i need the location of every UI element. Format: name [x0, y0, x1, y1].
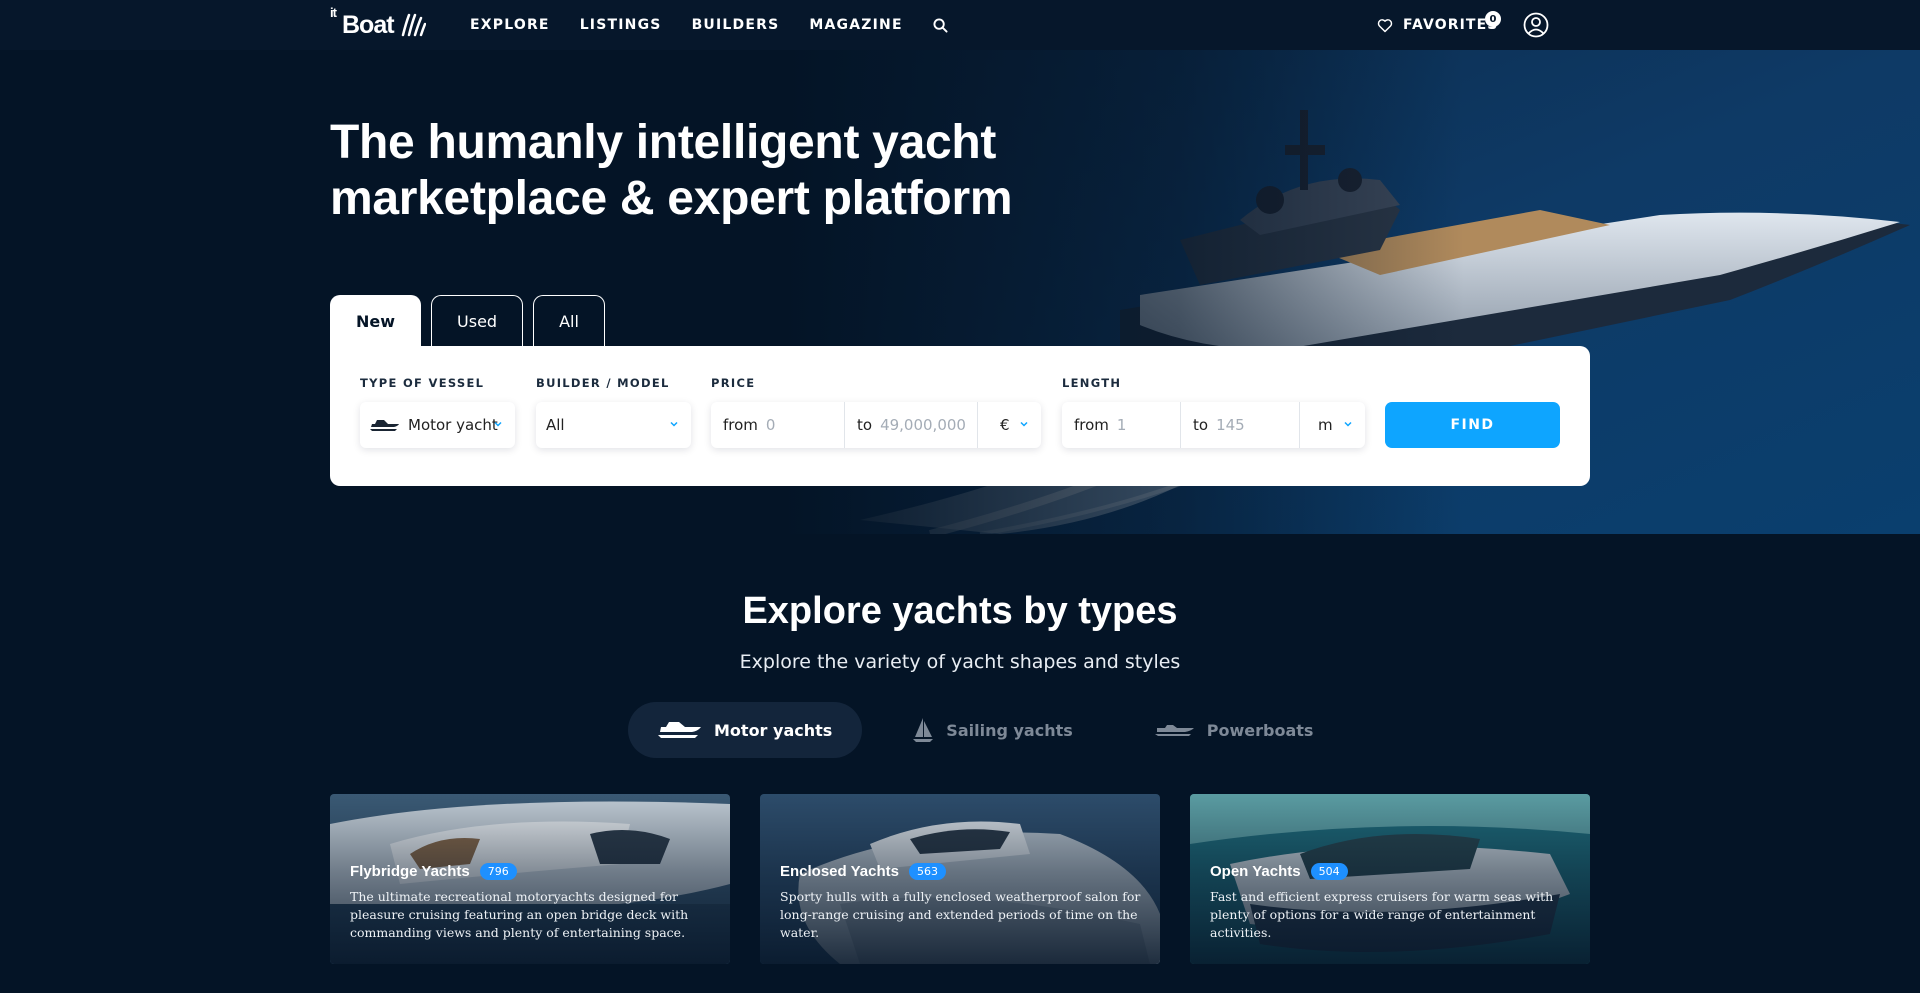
- length-unit-select[interactable]: m: [1300, 402, 1365, 448]
- tab-sailing-yachts[interactable]: Sailing yachts: [880, 702, 1104, 758]
- search-panel: TYPE OF VESSEL Motor yacht BUILDER / MOD…: [330, 346, 1590, 486]
- nav-explore[interactable]: EXPLORE: [470, 17, 550, 33]
- builder-model-label: BUILDER / MODEL: [536, 376, 670, 390]
- card-title: Open Yachts: [1210, 863, 1301, 880]
- length-from-input[interactable]: from 1: [1062, 402, 1181, 448]
- price-label: PRICE: [711, 376, 756, 390]
- logo-wordmark: it Boat: [330, 4, 395, 39]
- favorites-link[interactable]: FAVORITES 0: [1377, 0, 1501, 50]
- motor-yacht-icon: [658, 722, 701, 738]
- hero-title: The humanly intelligent yacht marketplac…: [330, 116, 1013, 225]
- chevron-down-icon: [494, 421, 502, 427]
- tab-used[interactable]: Used: [431, 295, 524, 347]
- chevron-down-icon: [670, 421, 678, 427]
- tab-new[interactable]: New: [330, 295, 422, 347]
- sailing-yacht-icon: [913, 718, 934, 742]
- card-description: Fast and efficient express cruisers for …: [1210, 889, 1554, 940]
- explore-subtitle: Explore the variety of yacht shapes and …: [739, 651, 1181, 673]
- favorites-count-badge: 0: [1485, 11, 1501, 27]
- currency-select[interactable]: €: [978, 402, 1041, 448]
- card-open-yachts[interactable]: Open Yachts 504 Fast and efficient expre…: [1190, 794, 1590, 964]
- powerboat-icon: [1154, 725, 1194, 736]
- nav-listings[interactable]: LISTINGS: [580, 17, 662, 33]
- length-to-input[interactable]: to 145: [1181, 402, 1300, 448]
- vessel-type-select[interactable]: Motor yacht: [360, 402, 515, 448]
- main-nav: EXPLORE LISTINGS BUILDERS MAGAZINE: [470, 0, 948, 50]
- card-title: Flybridge Yachts: [350, 863, 470, 880]
- search-icon[interactable]: [933, 17, 948, 33]
- length-label: LENGTH: [1062, 376, 1122, 390]
- nav-magazine[interactable]: MAGAZINE: [809, 17, 902, 33]
- tab-all[interactable]: All: [533, 295, 605, 347]
- card-description: The ultimate recreational motoryachts de…: [350, 889, 689, 940]
- builder-model-select[interactable]: All: [536, 402, 691, 448]
- price-from-input[interactable]: from 0: [711, 402, 845, 448]
- count-badge: 563: [908, 863, 946, 880]
- price-range-group: from 0 to 49,000,000 €: [711, 402, 1041, 448]
- count-badge: 504: [1310, 863, 1348, 880]
- yacht-type-tabs: Motor yachts Sailing yachts Powerboats: [628, 702, 1363, 758]
- tab-powerboats[interactable]: Powerboats: [1123, 702, 1346, 758]
- logo[interactable]: it Boat: [330, 4, 426, 39]
- length-range-group: from 1 to 145 m: [1062, 402, 1365, 448]
- explore-title: Explore yachts by types: [742, 590, 1178, 632]
- card-title: Enclosed Yachts: [780, 863, 899, 880]
- vessel-type-label: TYPE OF VESSEL: [360, 376, 485, 390]
- card-description: Sporty hulls with a fully enclosed weath…: [780, 889, 1141, 940]
- condition-tabs: New Used All: [330, 295, 605, 347]
- chevron-down-icon: [1020, 421, 1028, 427]
- tab-motor-yachts[interactable]: Motor yachts: [628, 702, 863, 758]
- chevron-down-icon: [1344, 421, 1352, 427]
- card-flybridge-yachts[interactable]: Flybridge Yachts 796 The ultimate recrea…: [330, 794, 730, 964]
- wave-logo-icon: [401, 13, 426, 37]
- price-to-input[interactable]: to 49,000,000: [845, 402, 978, 448]
- nav-builders[interactable]: BUILDERS: [692, 17, 780, 33]
- yacht-type-cards: Flybridge Yachts 796 The ultimate recrea…: [330, 794, 1590, 964]
- user-account-icon[interactable]: [1523, 12, 1549, 38]
- card-enclosed-yachts[interactable]: Enclosed Yachts 563 Sporty hulls with a …: [760, 794, 1160, 964]
- find-button[interactable]: FIND: [1385, 402, 1560, 448]
- count-badge: 796: [479, 863, 517, 880]
- site-header: it Boat EXPLORE LISTINGS BUILDERS MAGAZIN…: [0, 0, 1920, 50]
- heart-icon: [1377, 18, 1393, 33]
- motor-yacht-icon: [370, 420, 399, 431]
